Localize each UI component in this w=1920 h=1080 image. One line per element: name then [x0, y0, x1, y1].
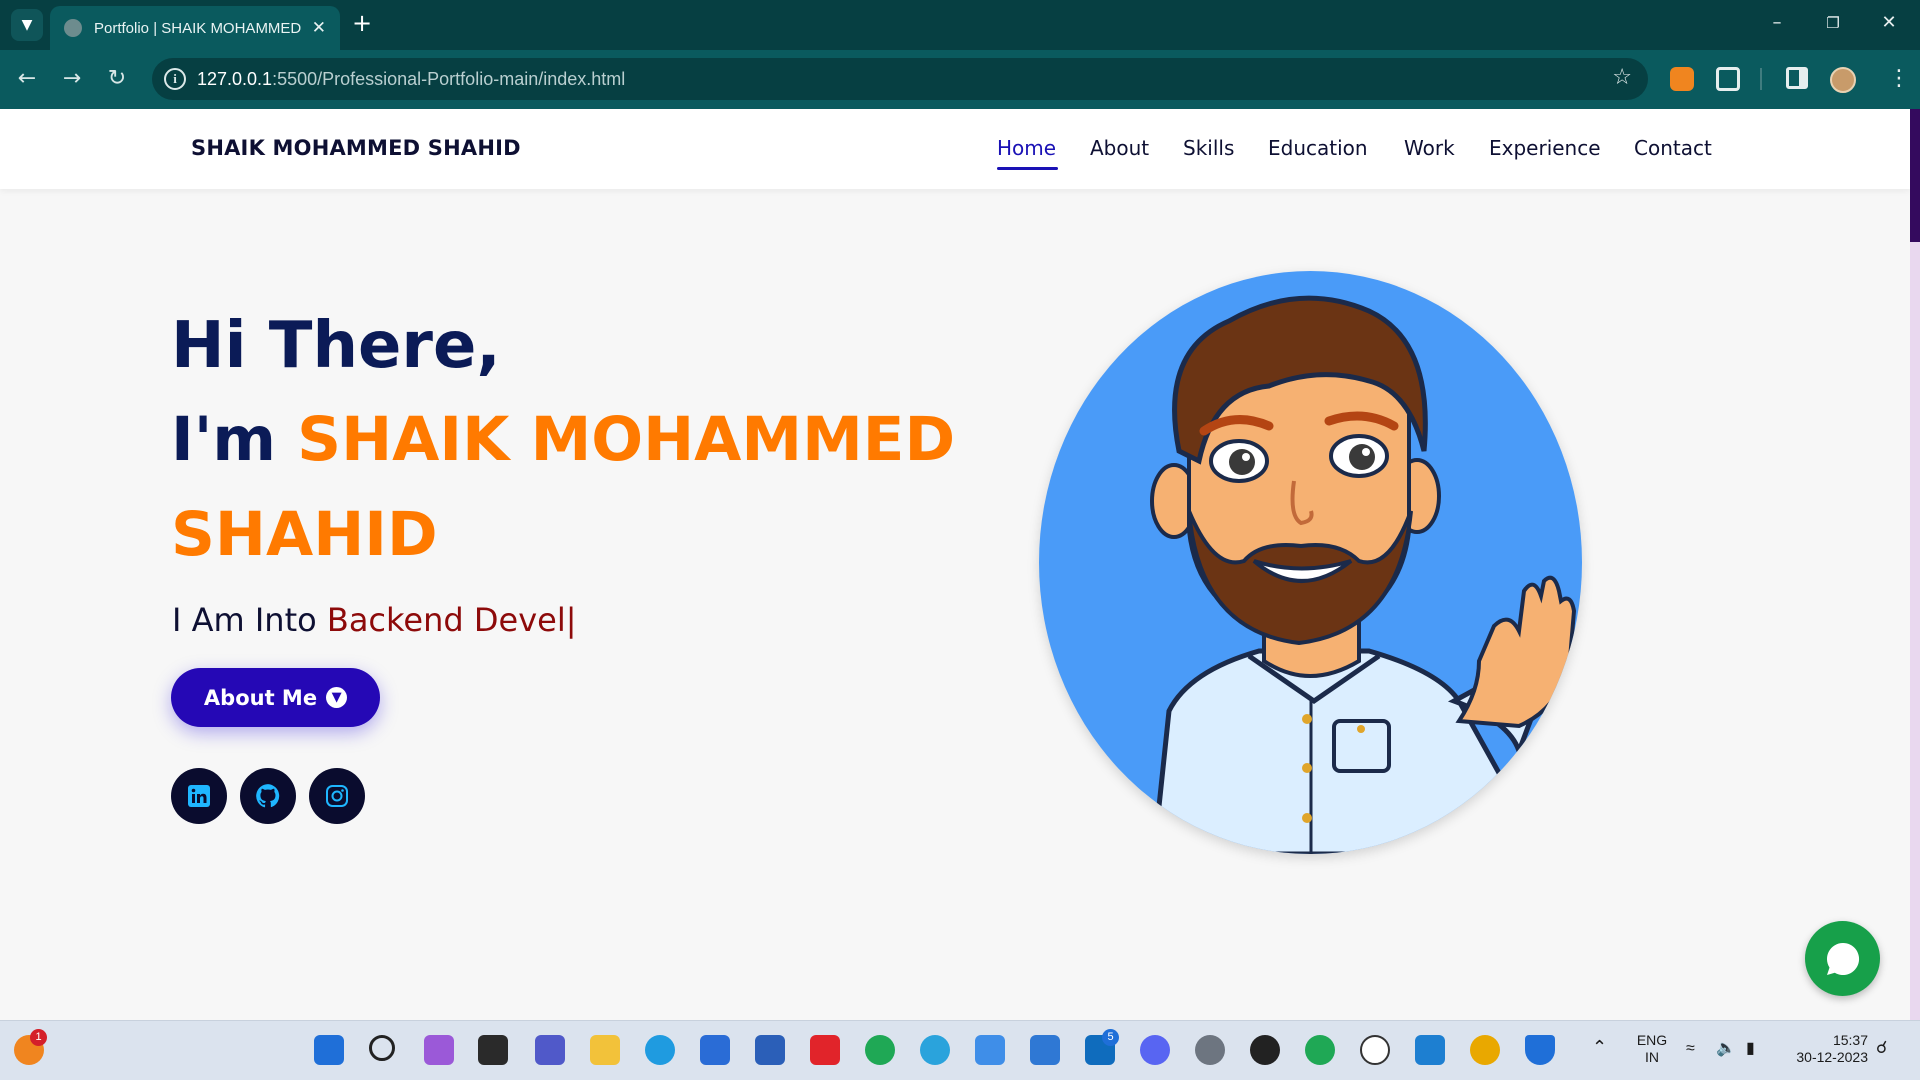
- reload-icon[interactable]: ↻: [102, 65, 132, 93]
- page-scrollbar[interactable]: [1910, 109, 1920, 1020]
- outlook-badge: 5: [1102, 1029, 1119, 1046]
- hero-intro: I'm SHAIK MOHAMMED: [171, 404, 955, 475]
- site-brand[interactable]: SHAIK MOHAMMED SHAHID: [191, 136, 521, 160]
- settings-gear-icon[interactable]: [1195, 1035, 1225, 1065]
- clock-date: 30-12-2023: [1796, 1049, 1868, 1065]
- toolbar-divider: [1760, 68, 1762, 90]
- word-icon[interactable]: [755, 1035, 785, 1065]
- address-bar[interactable]: i 127.0.0.1:5500/Professional-Portfolio-…: [152, 58, 1648, 100]
- intro-prefix: I'm: [171, 404, 298, 475]
- battery-icon[interactable]: ▮: [1746, 1040, 1755, 1057]
- tray-overflow-chevron-icon[interactable]: ⌃: [1592, 1038, 1607, 1056]
- extensions-puzzle-icon[interactable]: [1716, 67, 1740, 91]
- restore-icon[interactable]: ❐: [1818, 14, 1848, 32]
- language-code: ENG: [1636, 1032, 1668, 1048]
- clock[interactable]: 15:37 30-12-2023: [1784, 1032, 1868, 1066]
- nav-work[interactable]: Work: [1404, 136, 1455, 160]
- kebab-menu-icon[interactable]: ⋮: [1888, 67, 1910, 91]
- media-player-icon[interactable]: [1250, 1035, 1280, 1065]
- about-me-button[interactable]: About Me ▼: [171, 668, 380, 727]
- windows-taskbar: 1 5 ⌃ ENG IN ≈ 🔈 ▮ 15:37 30-12-2023 ☌: [0, 1020, 1920, 1080]
- github-button[interactable]: [240, 768, 296, 824]
- back-icon[interactable]: ←: [12, 65, 42, 93]
- edge-icon[interactable]: [645, 1035, 675, 1065]
- teams-icon[interactable]: [535, 1035, 565, 1065]
- upwork-icon[interactable]: [1360, 1035, 1390, 1065]
- nav-skills[interactable]: Skills: [1183, 136, 1234, 160]
- chat-bubble-icon: [1826, 942, 1859, 975]
- role-prefix: I Am Into: [172, 601, 327, 639]
- discord-icon[interactable]: [1140, 1035, 1170, 1065]
- bookmark-star-icon[interactable]: ☆: [1612, 65, 1632, 90]
- site-info-icon[interactable]: i: [164, 68, 186, 90]
- defender-shield-icon[interactable]: [1525, 1035, 1555, 1065]
- nav-active-underline: [997, 167, 1058, 170]
- instagram-icon: [326, 785, 348, 807]
- browser-toolbar: ← → ↻ i 127.0.0.1:5500/Professional-Port…: [0, 50, 1920, 109]
- new-tab-icon[interactable]: +: [352, 11, 372, 35]
- linkedin-icon: [188, 785, 210, 807]
- hero-name-line1: SHAIK MOHAMMED: [297, 404, 956, 475]
- mail-icon[interactable]: [1030, 1035, 1060, 1065]
- nav-home[interactable]: Home: [997, 136, 1056, 160]
- about-me-label: About Me: [203, 685, 318, 710]
- telegram-icon[interactable]: [920, 1035, 950, 1065]
- language-indicator[interactable]: ENG IN: [1634, 1032, 1670, 1066]
- url-host: 127.0.0.1: [197, 69, 273, 89]
- instagram-button[interactable]: [309, 768, 365, 824]
- notepad-icon[interactable]: [975, 1035, 1005, 1065]
- nav-experience[interactable]: Experience: [1489, 136, 1601, 160]
- scrollbar-thumb[interactable]: [1910, 109, 1920, 242]
- tab-title: Portfolio | SHAIK MOHAMMED: [94, 19, 302, 37]
- profile-avatar-icon[interactable]: [1830, 67, 1856, 93]
- nav-about[interactable]: About: [1090, 136, 1149, 160]
- volume-icon[interactable]: 🔈: [1716, 1040, 1736, 1057]
- nav-education[interactable]: Education: [1268, 136, 1368, 160]
- whatsapp-icon[interactable]: [865, 1035, 895, 1065]
- minimize-icon[interactable]: –: [1762, 12, 1792, 33]
- url-text[interactable]: 127.0.0.1:5500/Professional-Portfolio-ma…: [197, 69, 625, 90]
- hero-greeting: Hi There,: [171, 309, 501, 383]
- microsoft-store-icon[interactable]: [700, 1035, 730, 1065]
- chrome-icon[interactable]: [1470, 1035, 1500, 1065]
- chat-widget-button[interactable]: [1805, 921, 1880, 996]
- search-icon[interactable]: [369, 1035, 395, 1061]
- notification-badge: 1: [30, 1029, 47, 1046]
- tab-search-dropdown-icon[interactable]: ▼: [11, 9, 43, 41]
- profile-avatar-image: [1039, 271, 1582, 854]
- notification-bell-icon[interactable]: ☌: [1876, 1039, 1887, 1056]
- copilot-icon[interactable]: [424, 1035, 454, 1065]
- close-window-icon[interactable]: ✕: [1874, 12, 1904, 33]
- vscode-icon[interactable]: [1415, 1035, 1445, 1065]
- side-panel-icon[interactable]: [1786, 67, 1808, 89]
- clock-time: 15:37: [1832, 1032, 1868, 1048]
- close-tab-icon[interactable]: ✕: [312, 18, 326, 38]
- metamask-extension-icon[interactable]: [1670, 67, 1694, 91]
- arrow-down-circle-icon: ▼: [326, 687, 348, 708]
- file-explorer-icon[interactable]: [590, 1035, 620, 1065]
- url-path: :5500/Professional-Portfolio-main/index.…: [272, 69, 626, 89]
- cartoon-avatar-illustration: [1150, 295, 1577, 854]
- linkedin-button[interactable]: [171, 768, 227, 824]
- whatsapp-business-icon[interactable]: [1305, 1035, 1335, 1065]
- hero-name-line2: SHAHID: [171, 499, 438, 570]
- browser-tab[interactable]: Portfolio | SHAIK MOHAMMED ✕: [50, 6, 340, 50]
- globe-icon: [64, 19, 82, 37]
- nav-contact[interactable]: Contact: [1634, 136, 1712, 160]
- github-icon: [256, 784, 280, 808]
- typed-role-text: Backend Devel|: [326, 601, 577, 639]
- site-header: SHAIK MOHAMMED SHAHID Home About Skills …: [0, 109, 1910, 189]
- region-code: IN: [1645, 1049, 1659, 1065]
- browser-tab-bar: ▼ Portfolio | SHAIK MOHAMMED ✕ + – ❐ ✕: [0, 0, 1920, 50]
- forward-icon[interactable]: →: [57, 65, 87, 93]
- start-menu-icon[interactable]: [314, 1035, 344, 1065]
- youtube-icon[interactable]: [810, 1035, 840, 1065]
- portfolio-page: SHAIK MOHAMMED SHAHID Home About Skills …: [0, 109, 1920, 1020]
- hero-role: I Am Into Backend Devel|: [172, 601, 576, 639]
- wifi-icon[interactable]: ≈: [1686, 1040, 1695, 1057]
- task-view-icon[interactable]: [478, 1035, 508, 1065]
